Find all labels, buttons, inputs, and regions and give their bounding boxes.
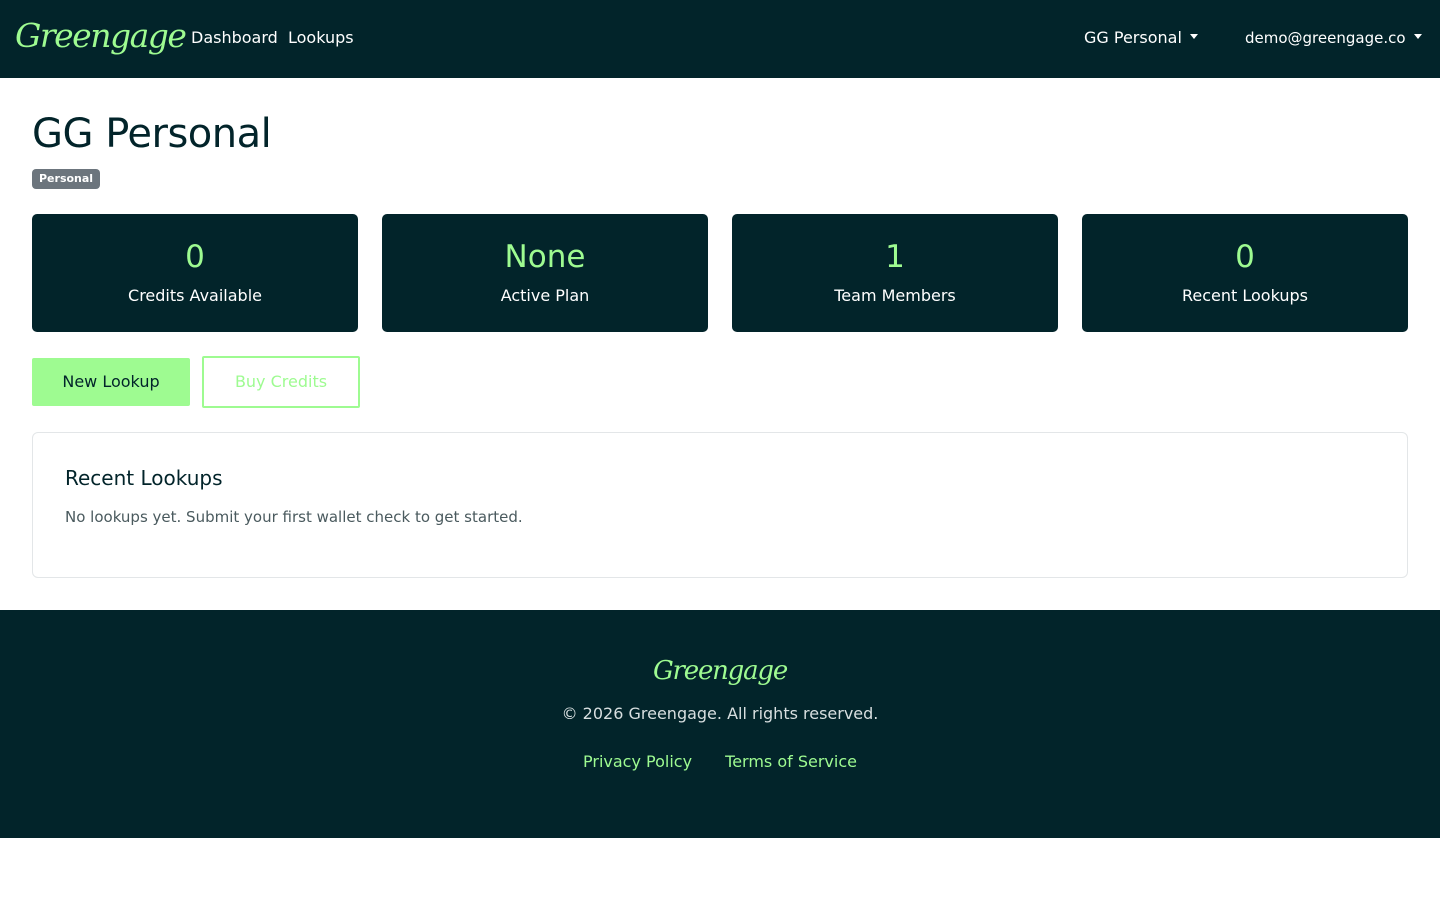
brand-logo[interactable]: Greengage	[15, 14, 187, 58]
new-lookup-button[interactable]: New Lookup	[32, 358, 190, 406]
empty-state-text: No lookups yet. Submit your first wallet…	[65, 508, 523, 526]
buy-credits-button[interactable]: Buy Credits	[202, 356, 360, 408]
account-type-badge: Personal	[32, 169, 101, 189]
stat-card-recent-lookups: 0 Recent Lookups	[1082, 214, 1408, 332]
footer: Greengage © 2026 Greengage. All rights r…	[0, 610, 1440, 838]
stat-value: 0	[185, 239, 205, 275]
stat-value: 0	[1235, 239, 1255, 275]
footer-copyright: © 2026 Greengage. All rights reserved.	[561, 704, 879, 723]
footer-brand-logo: Greengage	[652, 656, 788, 686]
footer-links: Privacy Policy Terms of Service	[0, 751, 1440, 773]
user-dropdown-label: demo@greengage.co	[1245, 29, 1406, 47]
stat-value: 1	[885, 239, 905, 275]
stat-label: Recent Lookups	[1182, 286, 1308, 305]
stat-card-plan: None Active Plan	[382, 214, 708, 332]
organization-dropdown-label: GG Personal	[1084, 28, 1182, 47]
stat-value: None	[504, 239, 586, 275]
stat-label: Credits Available	[128, 286, 262, 305]
organization-dropdown[interactable]: GG Personal	[1084, 27, 1198, 49]
stat-card-credits: 0 Credits Available	[32, 214, 358, 332]
stat-card-team: 1 Team Members	[732, 214, 1058, 332]
privacy-policy-link[interactable]: Privacy Policy	[583, 752, 692, 771]
terms-of-service-link[interactable]: Terms of Service	[725, 752, 857, 771]
caret-down-icon	[1413, 34, 1422, 39]
user-dropdown[interactable]: demo@greengage.co	[1245, 27, 1422, 49]
nav-link-lookups[interactable]: Lookups	[288, 27, 354, 49]
stat-label: Active Plan	[500, 286, 590, 305]
caret-down-icon	[1189, 34, 1198, 39]
recent-lookups-title: Recent Lookups	[65, 466, 223, 490]
page-title: GG Personal	[32, 111, 272, 157]
top-navbar: Greengage Dashboard Lookups GG Personal …	[0, 0, 1440, 78]
recent-lookups-panel: Recent Lookups No lookups yet. Submit yo…	[32, 432, 1408, 578]
nav-link-dashboard[interactable]: Dashboard	[191, 27, 278, 49]
stat-label: Team Members	[834, 286, 956, 305]
